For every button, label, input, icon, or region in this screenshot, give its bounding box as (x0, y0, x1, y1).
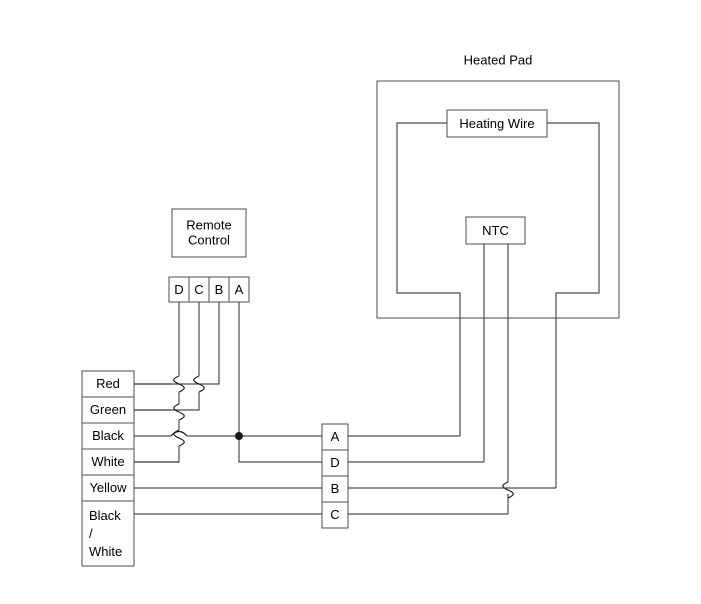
hop-pin-d-over-green (173, 403, 185, 421)
remote-control-label-line1: Remote (186, 217, 232, 232)
pin-d-wire-to-white (134, 446, 180, 463)
wire-black-label: Black (92, 428, 124, 443)
wire-green-label: Green (90, 402, 126, 417)
pad-terminal-b-label: B (331, 481, 340, 496)
heating-wire-label: Heating Wire (459, 116, 534, 131)
pad-terminal-a-label: A (331, 429, 340, 444)
remote-connector-pin-c-label: C (194, 282, 203, 297)
wire-black-white-label-line3: White (89, 544, 122, 559)
wiring-diagram-svg: Heating Wire NTC Heated Pad Remote Contr… (81, 52, 620, 567)
wire-black-white-label-line2: / (89, 526, 93, 541)
remote-connector-pin-b-label: B (215, 282, 224, 297)
remote-control-group: Remote Control D C B A (168, 208, 250, 303)
pin-c-wire-to-green (134, 392, 200, 411)
remote-connector-wiring-group (134, 302, 322, 463)
hop-black-run-arc (170, 430, 188, 437)
pin-b-wire-to-red (134, 302, 220, 385)
pad-leads-group (348, 318, 557, 515)
heated-pad-group: Heating Wire NTC Heated Pad (376, 52, 620, 319)
wire-red-label: Red (96, 376, 120, 391)
pin-a-wire-to-terminal-d (238, 436, 322, 463)
ntc-label: NTC (482, 223, 509, 238)
remote-connector-pin-a-label: A (235, 282, 244, 297)
pad-terminal-d-label: D (330, 455, 339, 470)
remote-control-label-line2: Control (188, 232, 230, 247)
wire-white-label: White (91, 454, 124, 469)
pad-terminal-c-label: C (330, 507, 339, 522)
left-wire-outgoing-group (134, 383, 322, 515)
wiring-diagram-canvas: Heating Wire NTC Heated Pad Remote Contr… (0, 0, 701, 604)
wire-label-boxes-group: Red Green Black White Yellow Black / Whi… (81, 370, 135, 567)
wire-yellow-label: Yellow (89, 480, 127, 495)
remote-connector-pin-d-label: D (174, 282, 183, 297)
wire-black-white-label-line1: Black (89, 508, 121, 523)
junction-dot-black-pin-a (235, 432, 243, 440)
pad-terminal-block-group: A D B C (321, 423, 349, 529)
heated-pad-title: Heated Pad (464, 52, 533, 67)
